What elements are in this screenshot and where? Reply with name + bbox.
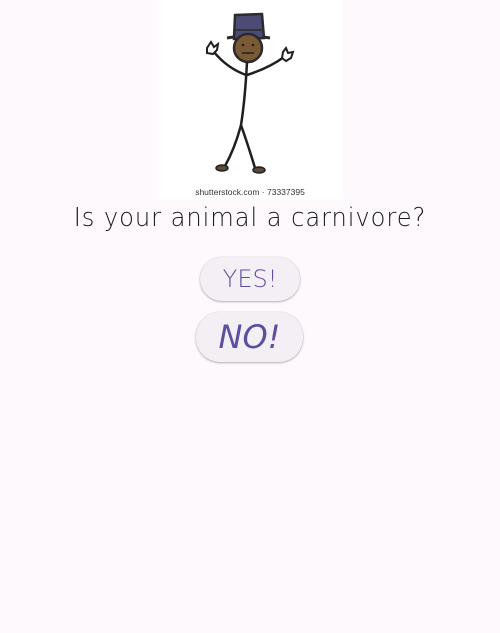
yes-button[interactable]: YES!	[200, 257, 300, 301]
question-text: Is your animal a carnivore?	[73, 203, 427, 233]
page: shutterstock.com · 73337395 Is your anim…	[0, 0, 500, 633]
no-button[interactable]: NO!	[196, 312, 303, 362]
stick-figure-image: shutterstock.com · 73337395	[157, 0, 343, 200]
stick-figure-top-hat-icon	[206, 12, 295, 174]
watermark-text: shutterstock.com · 73337395	[195, 187, 305, 197]
